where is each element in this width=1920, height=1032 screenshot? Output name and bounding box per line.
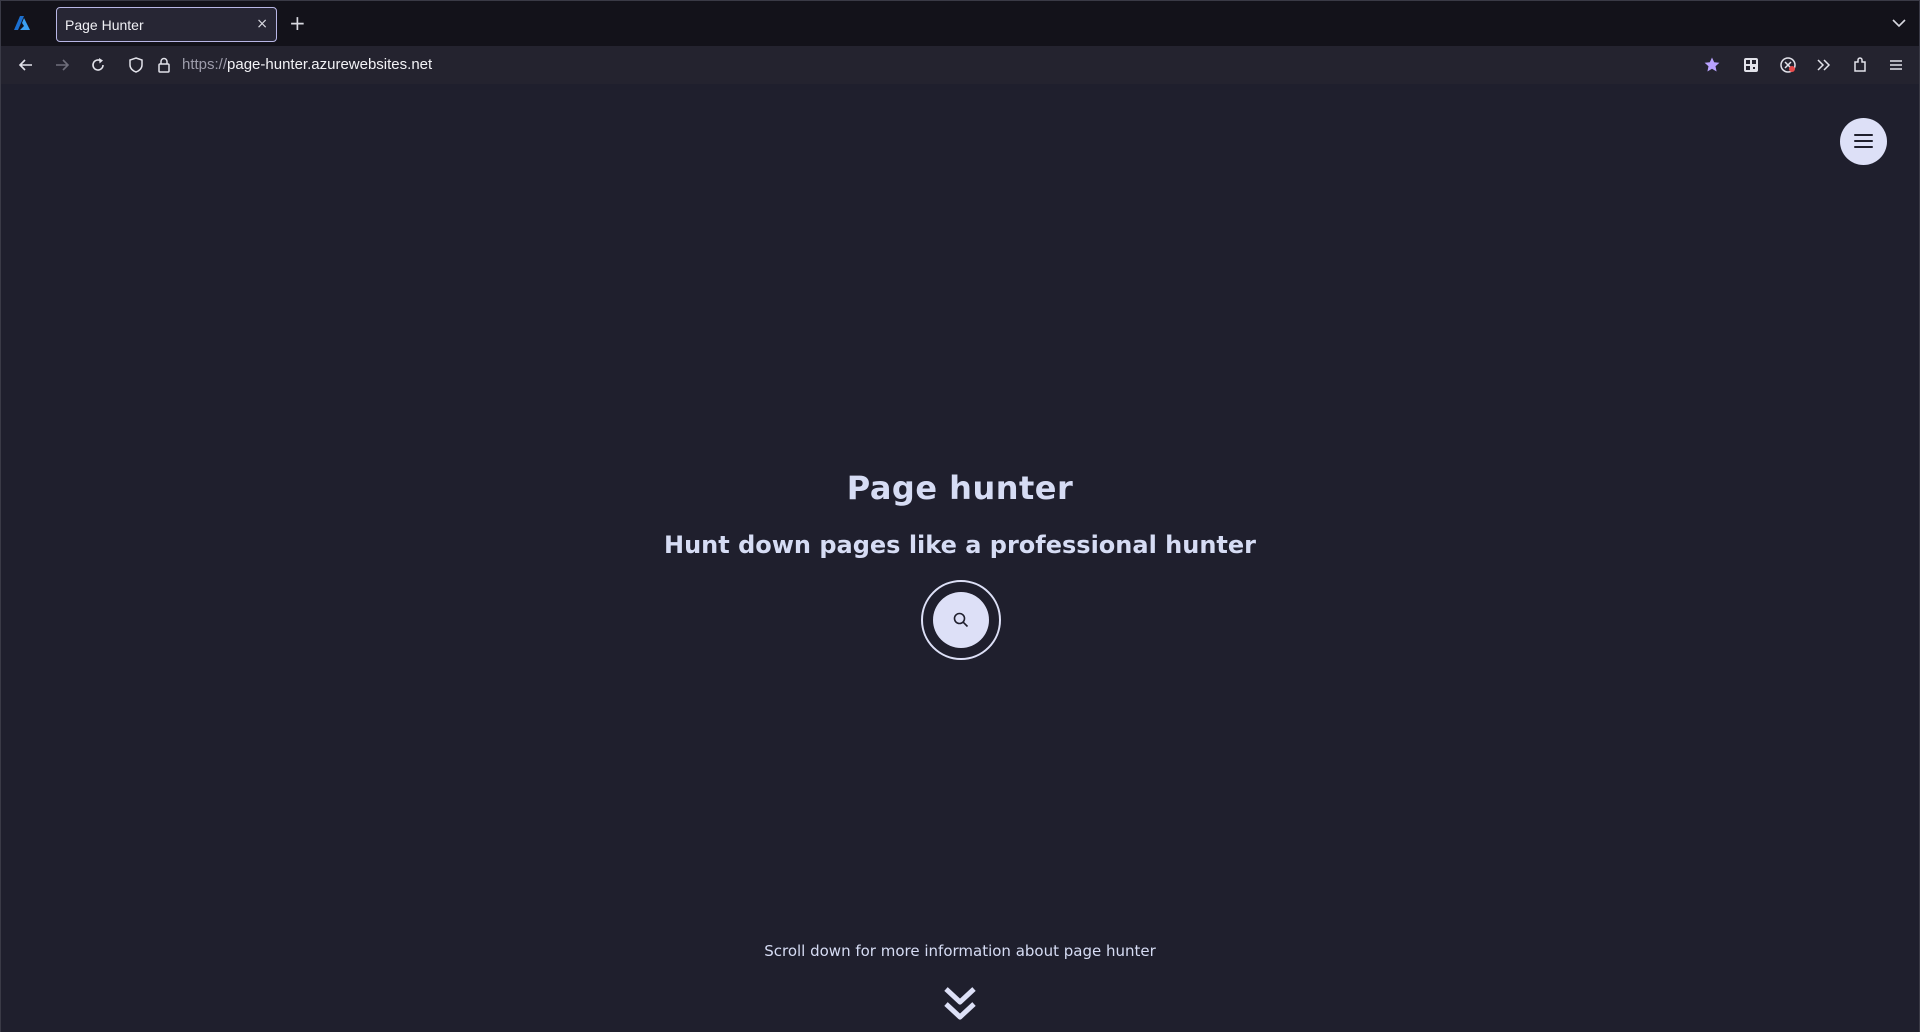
url-host: page-hunter.azurewebsites.net	[227, 56, 433, 73]
azure-logo-icon	[14, 16, 30, 30]
url-scheme: https://	[182, 56, 228, 73]
hamburger-menu-button[interactable]	[1840, 118, 1887, 165]
overflow-icon[interactable]	[1815, 56, 1833, 74]
page-content: Page hunter Hunt down pages like a profe…	[1, 84, 1919, 1032]
star-icon[interactable]	[1703, 56, 1721, 74]
lock-icon[interactable]	[155, 56, 173, 74]
new-tab-button[interactable]: +	[289, 11, 306, 35]
url-bar[interactable]: https://page-hunter.azurewebsites.net	[182, 56, 432, 73]
tab-strip: Page Hunter × +	[1, 1, 1919, 46]
back-icon[interactable]	[17, 56, 35, 74]
tab-close-icon[interactable]: ×	[256, 15, 268, 33]
chevron-down-icon[interactable]	[1891, 15, 1907, 31]
profile-icon[interactable]	[1779, 56, 1797, 74]
hamburger-bar	[1854, 140, 1873, 142]
navigation-bar: https://page-hunter.azurewebsites.net	[1, 46, 1919, 84]
reload-icon[interactable]	[89, 56, 107, 74]
double-chevron-down-icon[interactable]	[942, 985, 978, 1023]
page-title: Page hunter	[846, 469, 1074, 507]
menu-icon[interactable]	[1887, 56, 1905, 74]
scroll-hint: Scroll down for more information about p…	[764, 942, 1156, 960]
browser-window: Page Hunter × + https://page-hunter.azur…	[0, 0, 1920, 1032]
tab-page-hunter[interactable]: Page Hunter ×	[56, 7, 277, 42]
search-button[interactable]	[933, 592, 989, 648]
extensions-icon[interactable]	[1851, 56, 1869, 74]
page-subtitle: Hunt down pages like a professional hunt…	[663, 531, 1256, 559]
search-button-ring	[921, 580, 1001, 660]
qr-code-icon[interactable]	[1742, 56, 1760, 74]
hamburger-bar	[1854, 146, 1873, 148]
forward-icon[interactable]	[53, 56, 71, 74]
shield-icon[interactable]	[127, 56, 145, 74]
tab-title: Page Hunter	[65, 17, 144, 33]
search-icon	[953, 612, 969, 628]
hamburger-bar	[1854, 134, 1873, 136]
